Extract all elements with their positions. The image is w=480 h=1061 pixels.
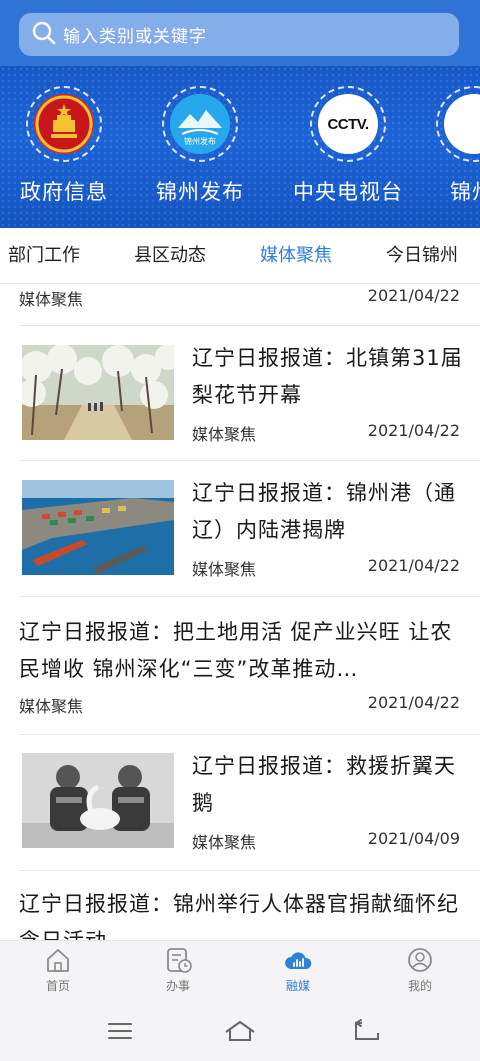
news-date: 2021/04/22 (367, 693, 460, 712)
nav-service[interactable]: 办事 (143, 945, 213, 994)
news-title: 辽宁日报报道：锦州港（通辽）内陆港揭牌 (192, 481, 456, 542)
home-icon (23, 945, 93, 975)
tab-media-focus[interactable]: 媒体聚焦 (260, 228, 332, 284)
news-source: 媒体聚焦 (192, 833, 257, 852)
nav-profile[interactable]: 我的 (385, 945, 455, 994)
back-icon[interactable] (352, 1018, 382, 1044)
system-nav-bar (0, 1000, 480, 1061)
app-header: 输入类别或关键字 (0, 0, 480, 66)
news-title: 辽宁日报报道：锦州举行人体器官捐献缅怀纪念日活动 (19, 892, 459, 940)
channel-gov-info[interactable]: 政府信息 (4, 86, 124, 206)
svg-text:锦州发布: 锦州发布 (184, 136, 216, 146)
tab-county-news[interactable]: 县区动态 (134, 228, 206, 284)
news-source: 媒体聚焦 (192, 425, 257, 444)
search-input[interactable]: 输入类别或关键字 (19, 13, 459, 56)
news-thumbnail (22, 345, 174, 440)
tab-today-jinzhou[interactable]: 今日锦州 (386, 228, 458, 284)
national-emblem-icon (34, 94, 94, 154)
channel-jinzhou-release[interactable]: 锦州发布 锦州发布 (140, 86, 260, 206)
news-date: 2021/04/22 (367, 421, 460, 440)
news-thumbnail (22, 753, 174, 848)
search-icon (31, 20, 57, 50)
home-system-icon[interactable] (223, 1018, 257, 1044)
nav-media[interactable]: 融媒 (263, 945, 333, 994)
divider (19, 325, 480, 326)
jinzhou-release-logo: 锦州发布 (170, 94, 230, 154)
divider (19, 596, 480, 597)
channel-banner: 政府信息 锦州发布 锦州发布 CCTV. 中央电视台 锦州 (0, 66, 480, 228)
tab-department-work[interactable]: 部门工作 (8, 228, 80, 284)
category-tabs: 部门工作 县区动态 媒体聚焦 今日锦州 (0, 228, 480, 284)
news-date: 2021/04/22 (367, 286, 460, 305)
service-icon (143, 945, 213, 975)
news-source: 媒体聚焦 (19, 697, 84, 716)
profile-icon (385, 945, 455, 975)
news-title: 辽宁日报报道：救援折翼天鹅 (192, 754, 456, 815)
news-title: 辽宁日报报道：北镇第31届梨花节开幕 (192, 346, 463, 407)
divider (19, 870, 480, 871)
cctv-logo: CCTV. (318, 94, 378, 154)
search-placeholder: 输入类别或关键字 (63, 27, 207, 47)
cloud-icon (263, 945, 333, 975)
news-source: 媒体聚焦 (192, 560, 257, 579)
news-list: 媒体聚焦 2021/04/22 辽宁日报报道：北镇第31届梨花节开幕 媒体聚焦 … (0, 284, 480, 940)
bottom-nav: 首页 办事 融媒 我的 (0, 940, 480, 1000)
news-date: 2021/04/09 (367, 829, 460, 848)
menu-icon[interactable] (105, 1018, 135, 1044)
partial-channel-icon (444, 94, 480, 154)
divider (19, 734, 480, 735)
nav-home[interactable]: 首页 (23, 945, 93, 994)
news-thumbnail (22, 480, 174, 575)
news-date: 2021/04/22 (367, 556, 460, 575)
channel-partial[interactable]: 锦州 (432, 86, 480, 206)
channel-cctv[interactable]: CCTV. 中央电视台 (288, 86, 408, 206)
divider (19, 460, 480, 461)
news-title: 辽宁日报报道：把土地用活 促产业兴旺 让农民增收 锦州深化“三变”改革推动… (19, 620, 453, 681)
news-source: 媒体聚焦 (19, 290, 84, 309)
